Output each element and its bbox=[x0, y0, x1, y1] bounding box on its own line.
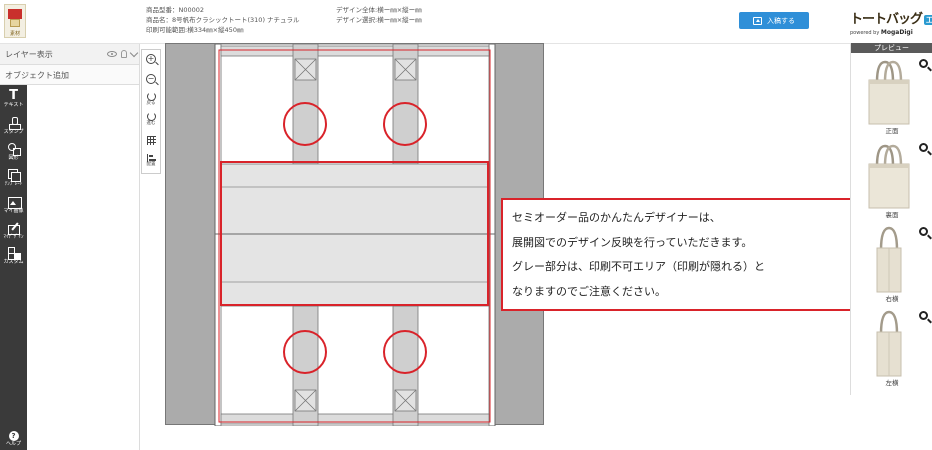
tool-my-image[interactable]: マイ画像 bbox=[0, 194, 27, 218]
notice-line: なりますのでご注意ください。 bbox=[512, 284, 666, 298]
notice-line: 展開図でのデザイン反映を行っていただきます。 bbox=[512, 235, 753, 249]
preview-label: 正面 bbox=[885, 127, 899, 135]
brand-logo: トートバッグ工房 powered by MogaDigi bbox=[850, 8, 932, 36]
search-icon[interactable] bbox=[919, 143, 928, 152]
add-object-label: オブジェクト追加 bbox=[5, 71, 69, 80]
notice-box: セミオーダー品のかんたんデザイナーは、 展開図でのデザイン反映を行っていただきま… bbox=[501, 198, 860, 311]
chevron-down-icon[interactable] bbox=[129, 48, 139, 58]
layer-label: レイヤー表示 bbox=[5, 50, 53, 59]
zoom-in-button[interactable]: + bbox=[142, 54, 160, 64]
notice-line: グレー部分は、印刷不可エリア（印刷が隠れる）と bbox=[512, 260, 765, 273]
search-icon[interactable] bbox=[919, 227, 928, 236]
notice-line: セミオーダー品のかんたんデザイナーは、 bbox=[512, 211, 721, 224]
align-label: 配置 bbox=[146, 162, 156, 167]
brand-company: MogaDigi bbox=[880, 29, 913, 36]
shape-icon bbox=[7, 143, 21, 156]
undo-label: 戻る bbox=[146, 101, 156, 106]
logo-text: 素材 bbox=[9, 31, 20, 37]
preview-label: 左横 bbox=[885, 379, 899, 387]
tool-my-design[interactable]: ﾏｲﾃﾞｻﾞｲﾝ bbox=[0, 220, 27, 244]
custom-icon bbox=[7, 247, 20, 260]
print-area: 印刷可能範囲:横334㎜×縦450㎜ bbox=[146, 26, 244, 34]
product-code: 商品型番：N00002 bbox=[146, 6, 205, 14]
upload-icon bbox=[753, 16, 762, 25]
upload-button-label: 入稿する bbox=[767, 16, 795, 25]
tool-stamp[interactable]: スタンプ bbox=[0, 115, 27, 139]
upload-button[interactable]: 入稿する bbox=[739, 12, 809, 29]
tote-left-image bbox=[876, 310, 902, 377]
preview-label: 右横 bbox=[885, 295, 899, 303]
zoom-in-icon: + bbox=[146, 54, 156, 64]
design-canvas[interactable] bbox=[165, 43, 544, 426]
lock-icon[interactable] bbox=[121, 50, 127, 58]
header: 素材 商品型番：N00002 商品名：8号帆布クラシックトート(310) ナチュ… bbox=[0, 0, 932, 44]
tool-text[interactable]: T テキスト bbox=[0, 88, 27, 112]
zoom-out-icon: − bbox=[146, 74, 156, 84]
material-logo-icon[interactable]: 素材 bbox=[4, 4, 26, 38]
preview-back[interactable]: 裏面 bbox=[851, 139, 932, 223]
redo-button[interactable]: 進む bbox=[142, 112, 160, 126]
preview-left[interactable]: 左横 bbox=[851, 307, 932, 391]
tote-back-image bbox=[868, 144, 910, 209]
design-selected: デザイン選択:横ー㎜×縦ー㎜ bbox=[336, 16, 422, 24]
brand-main: トートバッグ bbox=[850, 12, 923, 27]
help-label: ヘルプ bbox=[5, 441, 21, 447]
search-icon[interactable] bbox=[919, 59, 928, 68]
layer-toggle-row[interactable]: レイヤー表示 bbox=[0, 44, 139, 65]
stamp-icon bbox=[8, 117, 21, 130]
redo-label: 進む bbox=[146, 121, 156, 126]
top-hem bbox=[220, 45, 490, 57]
brand-powered: powered by bbox=[850, 30, 880, 36]
undo-button[interactable]: 戻る bbox=[142, 92, 160, 106]
product-name: 商品名：8号帆布クラシックトート(310) ナチュラル bbox=[146, 16, 300, 24]
help-icon: ? bbox=[8, 431, 19, 441]
eye-icon[interactable] bbox=[107, 51, 117, 57]
bag-layout bbox=[214, 44, 496, 426]
tool-custom[interactable]: カスタム bbox=[0, 245, 27, 269]
image-icon bbox=[7, 196, 22, 209]
panel-divider bbox=[139, 44, 140, 450]
redo-icon bbox=[146, 112, 156, 121]
align-button[interactable]: 配置 bbox=[142, 154, 160, 167]
left-toolbar: T テキスト スタンプ 図形 ﾃﾝﾌﾟﾚｰﾄ マイ画像 ﾏｲﾃﾞｻﾞｲﾝ カスタ… bbox=[0, 85, 27, 450]
my-design-icon bbox=[7, 222, 20, 235]
template-icon bbox=[7, 169, 21, 182]
zoom-out-button[interactable]: − bbox=[142, 74, 160, 84]
tool-template[interactable]: ﾃﾝﾌﾟﾚｰﾄ bbox=[0, 167, 27, 191]
grid-icon bbox=[146, 136, 156, 145]
design-size-info: デザイン全体:横ー㎜×縦ー㎜ デザイン選択:横ー㎜×縦ー㎜ bbox=[336, 5, 422, 25]
add-object-row[interactable]: オブジェクト追加 bbox=[0, 65, 139, 85]
undo-icon bbox=[146, 92, 156, 101]
tote-right-image bbox=[876, 226, 902, 293]
preview-panel: プレビュー 正面 裏面 右横 左横 bbox=[850, 43, 932, 395]
bottom-panel bbox=[220, 163, 490, 307]
grid-button[interactable] bbox=[142, 136, 160, 145]
preview-label: 裏面 bbox=[885, 211, 899, 219]
tote-front-image bbox=[868, 60, 910, 125]
preview-front[interactable]: 正面 bbox=[851, 55, 932, 139]
tool-shape[interactable]: 図形 bbox=[0, 141, 27, 165]
preview-title: プレビュー bbox=[851, 43, 932, 53]
brand-badge: 工房 bbox=[924, 14, 932, 25]
search-icon[interactable] bbox=[919, 311, 928, 320]
zoom-toolbar: + − 戻る 進む 配置 bbox=[141, 49, 161, 174]
preview-right[interactable]: 右横 bbox=[851, 223, 932, 307]
text-icon: T bbox=[9, 88, 18, 103]
product-info: 商品型番：N00002 商品名：8号帆布クラシックトート(310) ナチュラル … bbox=[146, 5, 300, 35]
align-icon bbox=[146, 154, 156, 162]
design-total: デザイン全体:横ー㎜×縦ー㎜ bbox=[336, 6, 422, 14]
help-button[interactable]: ? ヘルプ bbox=[0, 431, 27, 449]
